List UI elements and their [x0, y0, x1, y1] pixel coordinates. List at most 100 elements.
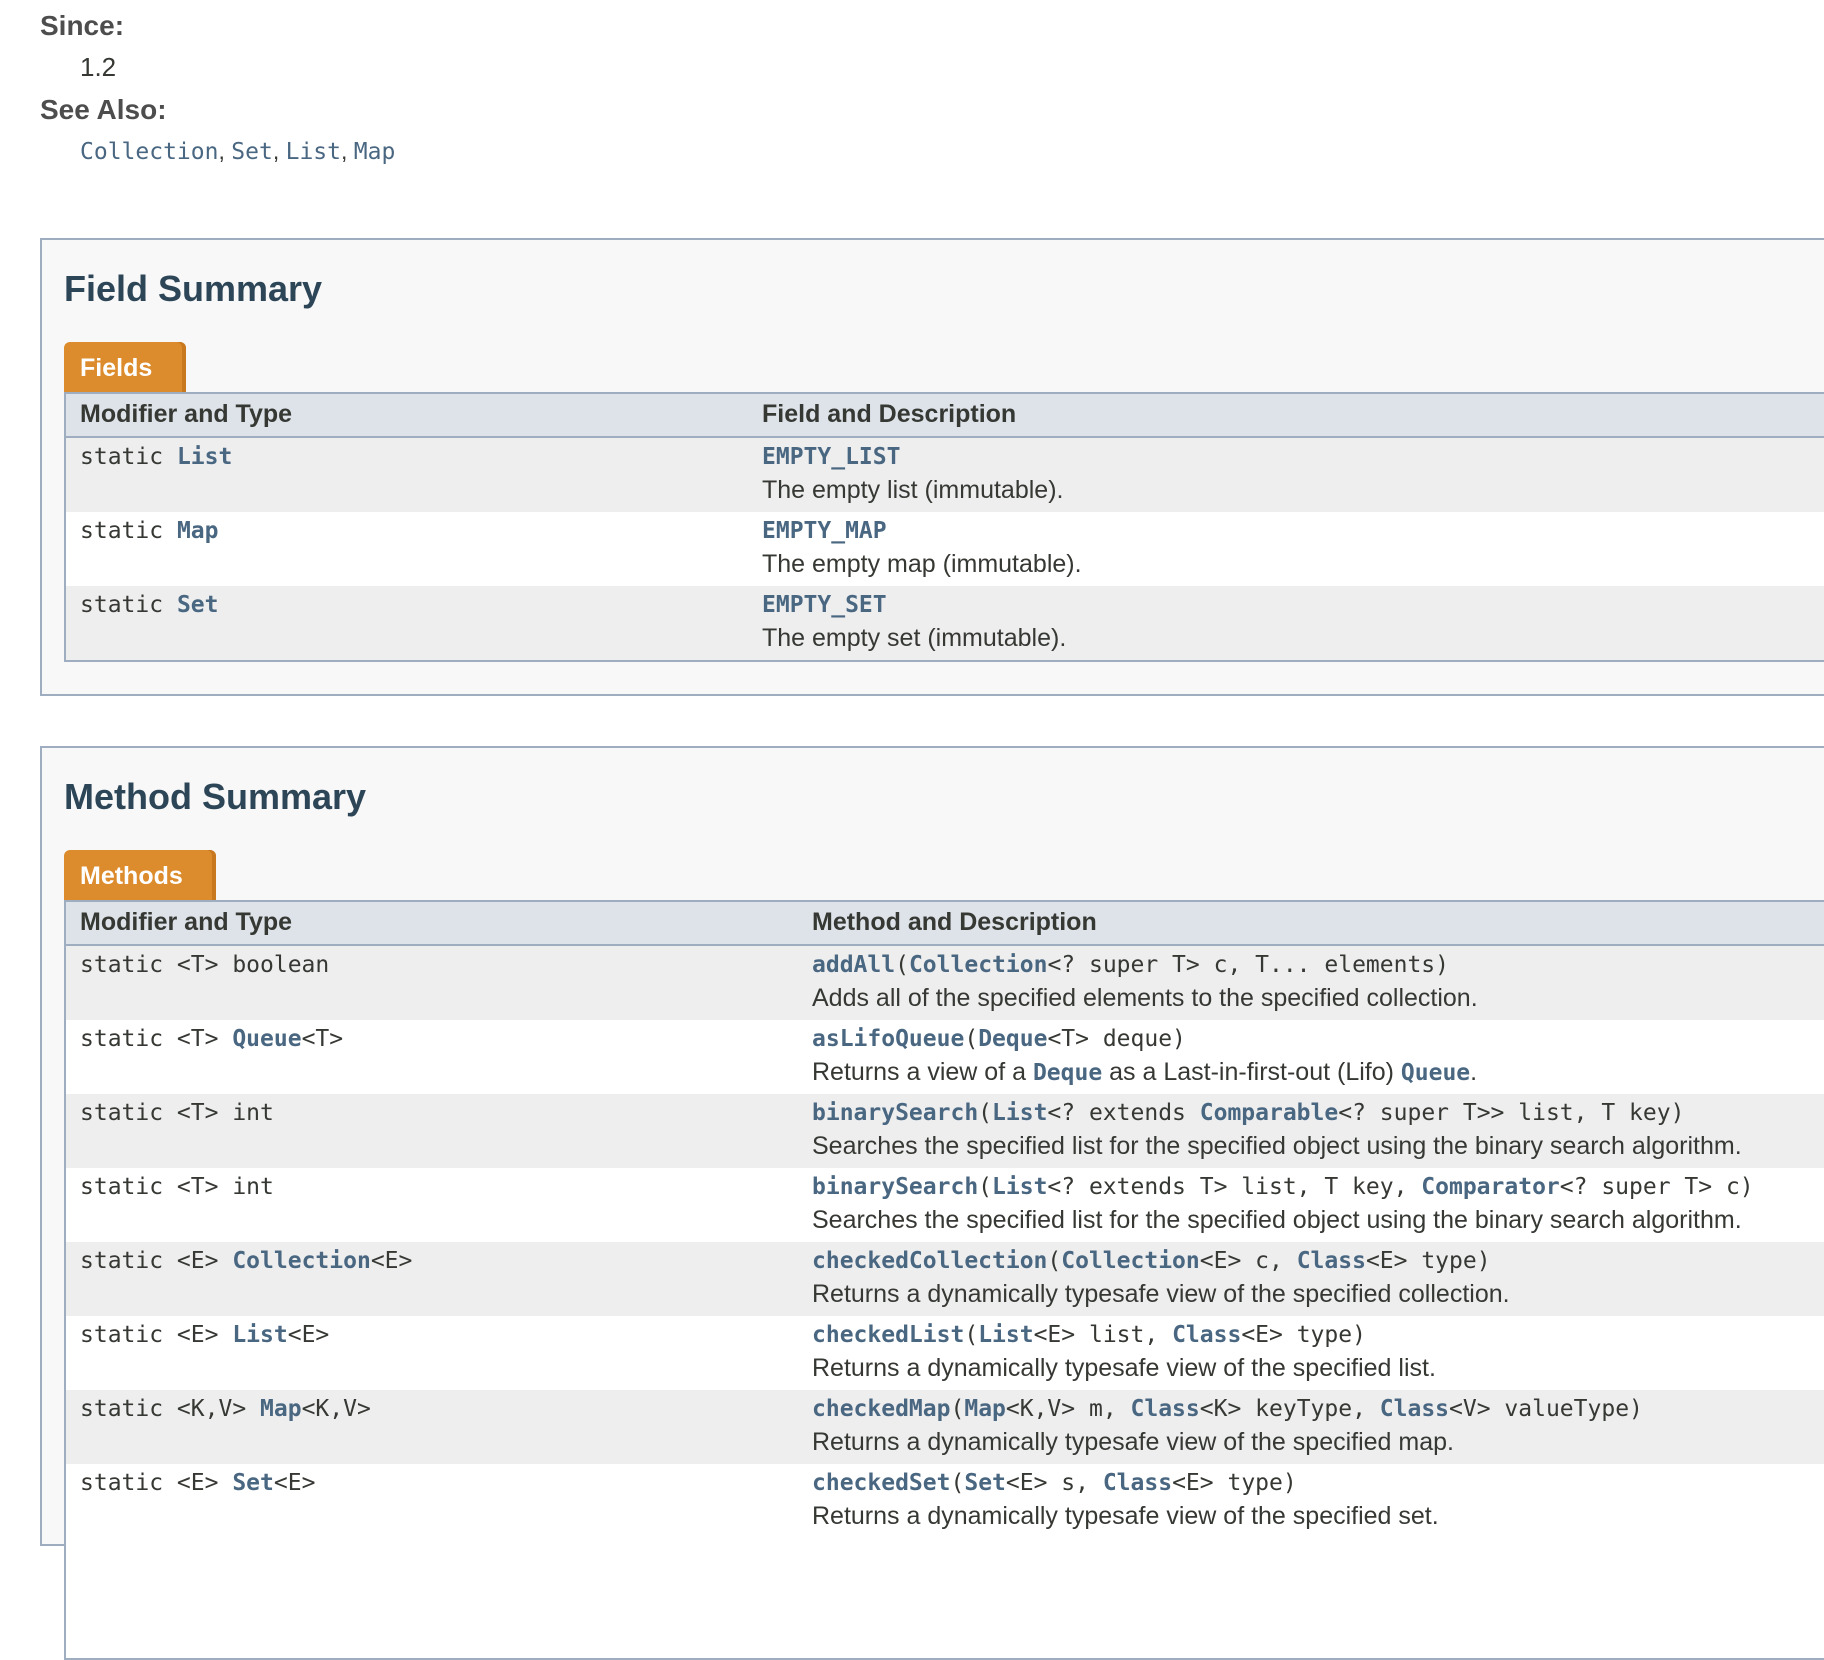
column-header-method: Method and Description [812, 908, 1097, 936]
table-row: static <K,V> Map<K,V> checkedMap(Map<K,V>… [66, 1390, 1824, 1464]
type-link[interactable]: Class [1297, 1248, 1366, 1274]
method-link[interactable]: asLifoQueue [812, 1026, 964, 1052]
modifier-text: static [80, 518, 177, 544]
description-text: Returns a dynamically typesafe view of t… [812, 1280, 1510, 1308]
type-link[interactable]: List [177, 444, 232, 470]
method-link[interactable]: addAll [812, 952, 895, 978]
code-link-wrapper: Deque [1033, 1060, 1102, 1086]
method-signature: checkedList(List<E> list, Class<E> type) [812, 1322, 1366, 1348]
signature-text: <? super T> c) [1559, 1174, 1754, 1200]
type-link[interactable]: Class [1131, 1396, 1200, 1422]
field-description: The empty set (immutable). [762, 624, 1067, 652]
method-modifier-type: static <T> int [80, 1100, 274, 1126]
method-modifier-type: static <T> Queue<T> [80, 1026, 343, 1052]
method-link[interactable]: binarySearch [812, 1174, 978, 1200]
type-link[interactable]: Set [177, 592, 219, 618]
signature-text: <E> type) [1172, 1470, 1297, 1496]
type-link[interactable]: Collection [909, 952, 1047, 978]
column-header-field: Field and Description [762, 400, 1017, 428]
type-link[interactable]: Queue [1401, 1060, 1470, 1086]
table-row: static Map EMPTY_MAP The empty map (immuta… [66, 512, 1824, 586]
type-link[interactable]: Queue [232, 1026, 301, 1052]
field-modifier-type: static Set [80, 592, 218, 618]
type-link[interactable]: Class [1172, 1322, 1241, 1348]
javadoc-page: Since: 1.2 See Also: Collection, Set, Li… [0, 0, 1824, 1660]
type-link[interactable]: Map [260, 1396, 302, 1422]
signature-text: <E> type) [1241, 1322, 1366, 1348]
field-link[interactable]: EMPTY_SET [762, 592, 887, 618]
see-also-link-collection[interactable]: Collection [80, 139, 218, 165]
type-text: <E> [370, 1248, 413, 1274]
type-link[interactable]: Class [1103, 1470, 1172, 1496]
column-header-modifier: Modifier and Type [80, 400, 293, 428]
field-link[interactable]: EMPTY_LIST [762, 444, 900, 470]
method-signature: checkedCollection(Collection<E> c, Class… [812, 1248, 1491, 1274]
type-link[interactable]: Class [1380, 1396, 1449, 1422]
field-link[interactable]: EMPTY_MAP [762, 518, 887, 544]
signature-text: ( [978, 1174, 993, 1200]
type-link[interactable]: Collection [1061, 1248, 1199, 1274]
since-label: Since: [40, 10, 125, 41]
method-description: Searches the specified list for the spec… [812, 1132, 1742, 1161]
table-row: static Set EMPTY_SET The empty set (immuta… [66, 586, 1824, 660]
method-modifier-type: static <T> boolean [80, 952, 329, 978]
type-text: static <T> int [80, 1100, 274, 1126]
type-link[interactable]: List [992, 1100, 1047, 1126]
modifier-text: static [80, 592, 177, 618]
method-link[interactable]: checkedMap [812, 1396, 950, 1422]
table-row: static <E> Set<E> checkedSet(Set<E> s, Cl… [66, 1464, 1824, 1538]
field-name: EMPTY_SET [762, 592, 887, 618]
type-link[interactable]: List [992, 1174, 1047, 1200]
tab-methods[interactable]: Methods [64, 850, 216, 900]
method-link[interactable]: checkedCollection [812, 1248, 1047, 1274]
see-also-link-set[interactable]: Set [231, 139, 273, 165]
separator: , [340, 138, 354, 164]
type-link[interactable]: Set [232, 1470, 274, 1496]
table-row: static <E> Collection<E> checkedCollectio… [66, 1242, 1824, 1316]
signature-text: ( [950, 1470, 965, 1496]
type-link[interactable]: Collection [232, 1248, 370, 1274]
signature-text: <? extends [1047, 1100, 1200, 1126]
table-row: static <T> boolean addAll(Collection<? su… [66, 946, 1824, 1020]
separator: , [272, 138, 286, 164]
see-also-link-map[interactable]: Map [354, 139, 396, 165]
description-text: Searches the specified list for the spec… [812, 1206, 1742, 1234]
field-summary-block: Field Summary Fields Modifier and Type F… [40, 238, 1824, 696]
modifier-text: static [80, 444, 177, 470]
description-text: . [1470, 1058, 1478, 1086]
signature-text: ( [895, 952, 909, 978]
method-modifier-type: static <E> Set<E> [80, 1470, 315, 1496]
method-link[interactable]: checkedSet [812, 1470, 950, 1496]
method-signature: asLifoQueue(Deque<T> deque) [812, 1026, 1186, 1052]
table-row: static <T> int binarySearch(List<? extend… [66, 1168, 1824, 1242]
method-description: Searches the specified list for the spec… [812, 1206, 1742, 1235]
type-link[interactable]: Map [177, 518, 219, 544]
see-also-link-list[interactable]: List [286, 139, 341, 165]
type-link[interactable]: Comparator [1421, 1174, 1559, 1200]
table-header: Modifier and Type Field and Description [66, 394, 1824, 438]
type-link[interactable]: List [978, 1322, 1033, 1348]
signature-text: <K,V> m, [1005, 1396, 1131, 1422]
column-header-modifier: Modifier and Type [80, 908, 293, 936]
method-description: Returns a dynamically typesafe view of t… [812, 1354, 1436, 1383]
type-text: static <E> [80, 1322, 233, 1348]
type-link[interactable]: Set [964, 1470, 1006, 1496]
type-link[interactable]: Deque [978, 1026, 1047, 1052]
method-signature: checkedMap(Map<K,V> m, Class<K> keyType,… [812, 1396, 1643, 1422]
method-signature: addAll(Collection<? super T> c, T... ele… [812, 952, 1449, 978]
field-modifier-type: static List [80, 444, 232, 470]
type-link[interactable]: Map [964, 1396, 1006, 1422]
description-text: Returns a dynamically typesafe view of t… [812, 1354, 1436, 1382]
method-link[interactable]: binarySearch [812, 1100, 978, 1126]
type-link[interactable]: List [232, 1322, 287, 1348]
type-link[interactable]: Deque [1033, 1060, 1102, 1086]
type-link[interactable]: Comparable [1200, 1100, 1338, 1126]
signature-text: <E> type) [1365, 1248, 1491, 1274]
field-name: EMPTY_MAP [762, 518, 887, 544]
separator: , [218, 138, 232, 164]
field-summary-title: Field Summary [64, 268, 323, 309]
signature-text: <? super T> c, T... elements) [1047, 952, 1450, 978]
method-signature: checkedSet(Set<E> s, Class<E> type) [812, 1470, 1297, 1496]
tab-fields[interactable]: Fields [64, 342, 186, 392]
method-link[interactable]: checkedList [812, 1322, 964, 1348]
